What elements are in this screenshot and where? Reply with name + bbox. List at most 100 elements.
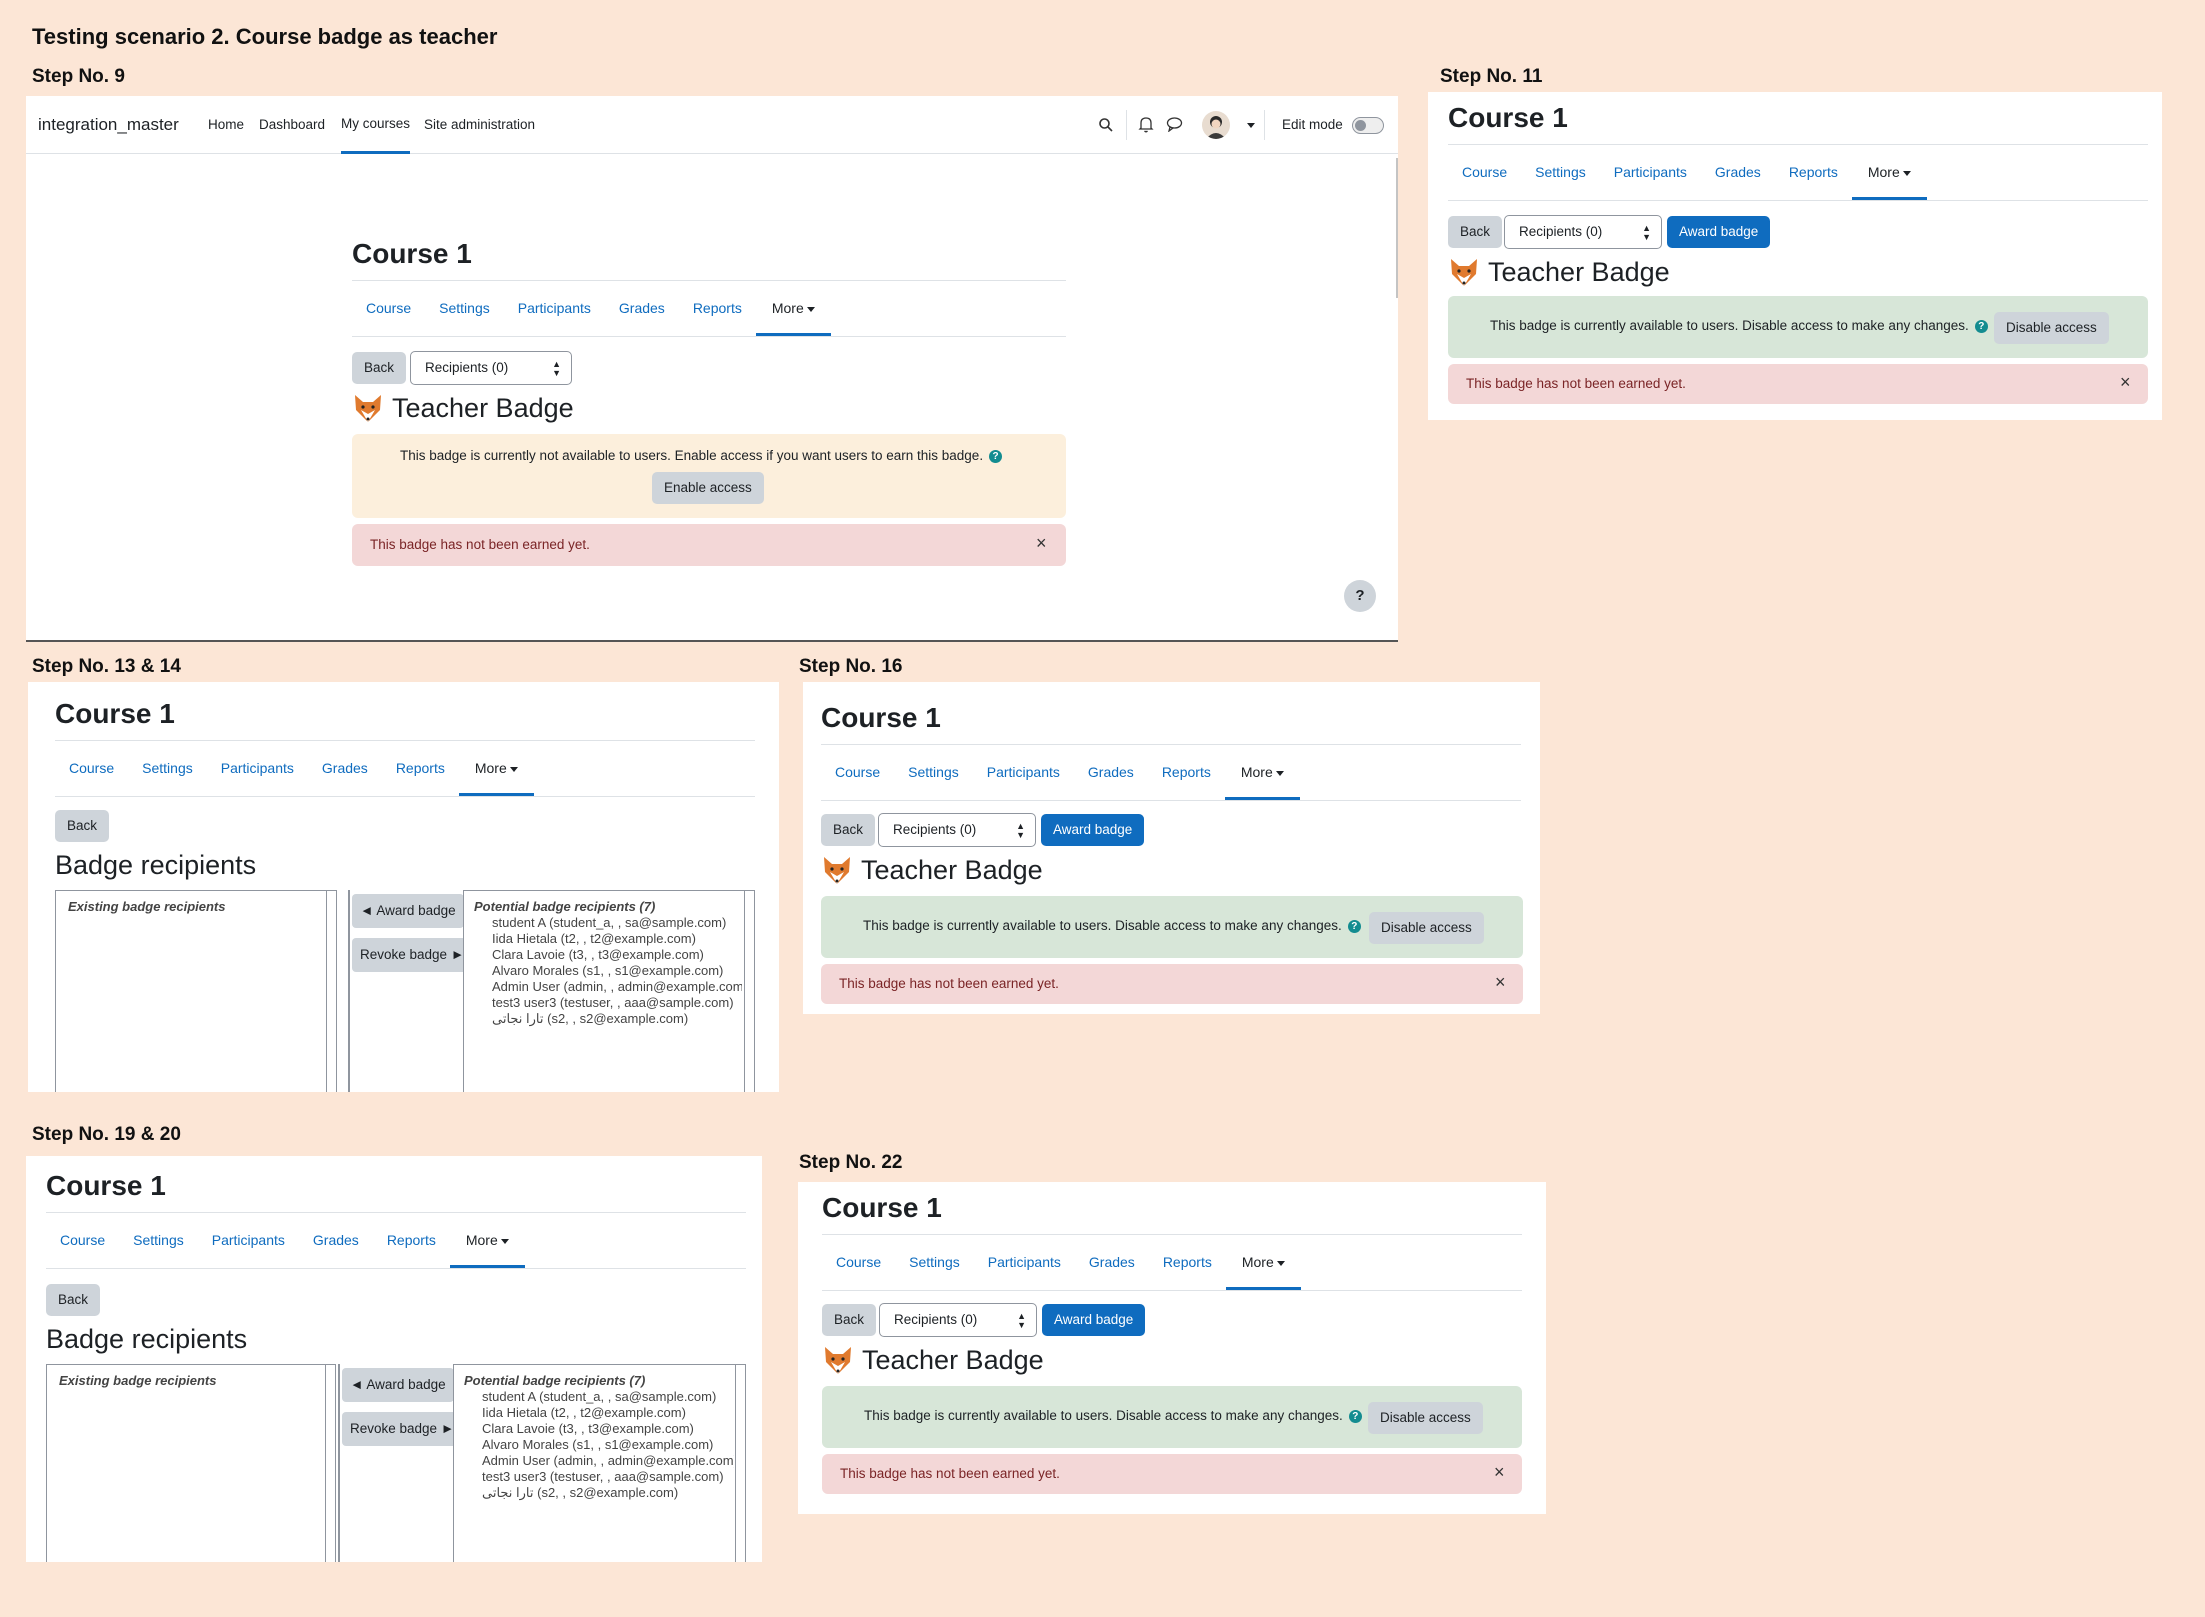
tab-settings[interactable]: Settings — [1521, 144, 1600, 200]
tab-grades[interactable]: Grades — [299, 1212, 373, 1268]
tab-course[interactable]: Course — [55, 740, 128, 796]
list-item[interactable]: Alvaro Morales (s1, , s1@example.com) — [482, 1437, 734, 1453]
bell-icon[interactable] — [1138, 116, 1154, 133]
list-item[interactable]: test3 user3 (testuser, , aaa@sample.com) — [492, 995, 742, 1011]
potential-recipients-list[interactable]: student A (student_a, , sa@sample.com) I… — [492, 915, 742, 1027]
tab-grades[interactable]: Grades — [605, 280, 679, 336]
recipients-select[interactable]: Recipients (0) ▲ ▼ — [878, 813, 1036, 847]
list-item[interactable]: Iida Hietala (t2, , t2@example.com) — [492, 931, 742, 947]
close-icon[interactable]: × — [2120, 372, 2131, 393]
list-item[interactable]: Clara Lavoie (t3, , t3@example.com) — [482, 1421, 734, 1437]
potential-recipients-list[interactable]: student A (student_a, , sa@sample.com) I… — [482, 1389, 734, 1501]
disable-access-button[interactable]: Disable access — [1368, 1402, 1483, 1434]
user-avatar[interactable] — [1202, 111, 1230, 139]
recipients-select[interactable]: Recipients (0) ▲ ▼ — [1504, 215, 1662, 249]
help-icon[interactable]: ? — [989, 449, 1003, 463]
revoke-badge-button[interactable]: Revoke badge ► — [342, 1412, 463, 1446]
tab-reports[interactable]: Reports — [679, 280, 756, 336]
award-badge-button[interactable]: Award badge — [1042, 1304, 1146, 1336]
help-icon[interactable]: ? — [1348, 1409, 1362, 1423]
tab-course[interactable]: Course — [821, 744, 894, 800]
edit-mode-toggle[interactable] — [1352, 117, 1384, 134]
list-item[interactable]: student A (student_a, , sa@sample.com) — [482, 1389, 734, 1405]
step-19-panel: Course 1 Course Settings Participants Gr… — [26, 1156, 762, 1562]
award-badge-button[interactable]: Award badge — [1667, 216, 1771, 248]
back-button[interactable]: Back — [352, 352, 407, 384]
tab-course[interactable]: Course — [46, 1212, 119, 1268]
tab-more[interactable]: More — [755, 280, 831, 336]
disable-access-button[interactable]: Disable access — [1369, 912, 1484, 944]
search-icon[interactable] — [1098, 117, 1114, 133]
award-badge-button[interactable]: ◄ Award badge — [352, 894, 464, 928]
tab-more[interactable]: More — [449, 1212, 525, 1268]
list-item[interactable]: Alvaro Morales (s1, , s1@example.com) — [492, 963, 742, 979]
list-item[interactable]: تارا نجاتی (s2, , s2@example.com) — [492, 1011, 742, 1027]
list-item[interactable]: Admin User (admin, , admin@example.com) — [482, 1453, 734, 1469]
tab-grades[interactable]: Grades — [1701, 144, 1775, 200]
list-item[interactable]: test3 user3 (testuser, , aaa@sample.com) — [482, 1469, 734, 1485]
nav-dashboard[interactable]: Dashboard — [259, 96, 325, 154]
existing-recipients-box[interactable]: Existing badge recipients — [46, 1364, 336, 1562]
award-badge-button[interactable]: Award badge — [1041, 814, 1145, 846]
tab-participants[interactable]: Participants — [1600, 144, 1701, 200]
tab-reports[interactable]: Reports — [1148, 744, 1225, 800]
help-icon[interactable]: ? — [1347, 919, 1361, 933]
tab-reports[interactable]: Reports — [1149, 1234, 1226, 1290]
list-item[interactable]: Clara Lavoie (t3, , t3@example.com) — [492, 947, 742, 963]
tab-reports[interactable]: Reports — [373, 1212, 450, 1268]
site-name-link[interactable]: integration_master — [38, 96, 179, 154]
recipients-select[interactable]: Recipients (0) ▲ ▼ — [879, 1303, 1037, 1337]
tab-reports[interactable]: Reports — [1775, 144, 1852, 200]
list-item[interactable]: Iida Hietala (t2, , t2@example.com) — [482, 1405, 734, 1421]
back-button[interactable]: Back — [55, 810, 110, 842]
tab-settings[interactable]: Settings — [128, 740, 207, 796]
tab-participants[interactable]: Participants — [198, 1212, 299, 1268]
tab-grades[interactable]: Grades — [1074, 744, 1148, 800]
tab-grades[interactable]: Grades — [308, 740, 382, 796]
tab-more[interactable]: More — [1851, 144, 1927, 200]
user-menu-caret-icon[interactable] — [1247, 123, 1255, 128]
back-button[interactable]: Back — [46, 1284, 101, 1316]
list-item[interactable]: student A (student_a, , sa@sample.com) — [492, 915, 742, 931]
recipients-select[interactable]: Recipients (0) ▲ ▼ — [410, 351, 572, 385]
tab-settings[interactable]: Settings — [894, 744, 973, 800]
tab-course[interactable]: Course — [822, 1234, 895, 1290]
award-badge-button[interactable]: ◄ Award badge — [342, 1368, 454, 1402]
revoke-badge-button[interactable]: Revoke badge ► — [352, 938, 473, 972]
tab-settings[interactable]: Settings — [425, 280, 504, 336]
tab-more[interactable]: More — [458, 740, 534, 796]
tab-settings[interactable]: Settings — [895, 1234, 974, 1290]
tab-reports[interactable]: Reports — [382, 740, 459, 796]
close-icon[interactable]: × — [1036, 533, 1047, 554]
close-icon[interactable]: × — [1495, 972, 1506, 993]
tab-course[interactable]: Course — [1448, 144, 1521, 200]
tab-participants[interactable]: Participants — [973, 744, 1074, 800]
existing-recipients-box[interactable]: Existing badge recipients — [55, 890, 337, 1092]
nav-home[interactable]: Home — [208, 96, 244, 154]
tab-participants[interactable]: Participants — [207, 740, 308, 796]
tab-more[interactable]: More — [1224, 744, 1300, 800]
chat-icon[interactable] — [1166, 116, 1183, 132]
help-icon[interactable]: ? — [1974, 319, 1988, 333]
column-divider — [348, 890, 350, 1092]
help-button[interactable]: ? — [1344, 580, 1376, 612]
tab-grades[interactable]: Grades — [1075, 1234, 1149, 1290]
nav-my-courses[interactable]: My courses — [341, 96, 411, 154]
back-button[interactable]: Back — [1448, 216, 1503, 248]
tab-more[interactable]: More — [1225, 1234, 1301, 1290]
scrollbar[interactable] — [1396, 158, 1398, 298]
disable-access-button[interactable]: Disable access — [1994, 312, 2109, 344]
back-button[interactable]: Back — [821, 814, 876, 846]
potential-recipients-box[interactable]: Potential badge recipients (7) student A… — [453, 1364, 746, 1562]
list-item[interactable]: تارا نجاتی (s2, , s2@example.com) — [482, 1485, 734, 1501]
tab-participants[interactable]: Participants — [504, 280, 605, 336]
tab-settings[interactable]: Settings — [119, 1212, 198, 1268]
tab-participants[interactable]: Participants — [974, 1234, 1075, 1290]
tab-course[interactable]: Course — [352, 280, 425, 336]
list-item[interactable]: Admin User (admin, , admin@example.com) — [492, 979, 742, 995]
enable-access-button[interactable]: Enable access — [652, 472, 764, 504]
back-button[interactable]: Back — [822, 1304, 877, 1336]
nav-site-administration[interactable]: Site administration — [424, 96, 535, 154]
close-icon[interactable]: × — [1494, 1462, 1505, 1483]
potential-recipients-box[interactable]: Potential badge recipients (7) student A… — [463, 890, 755, 1092]
